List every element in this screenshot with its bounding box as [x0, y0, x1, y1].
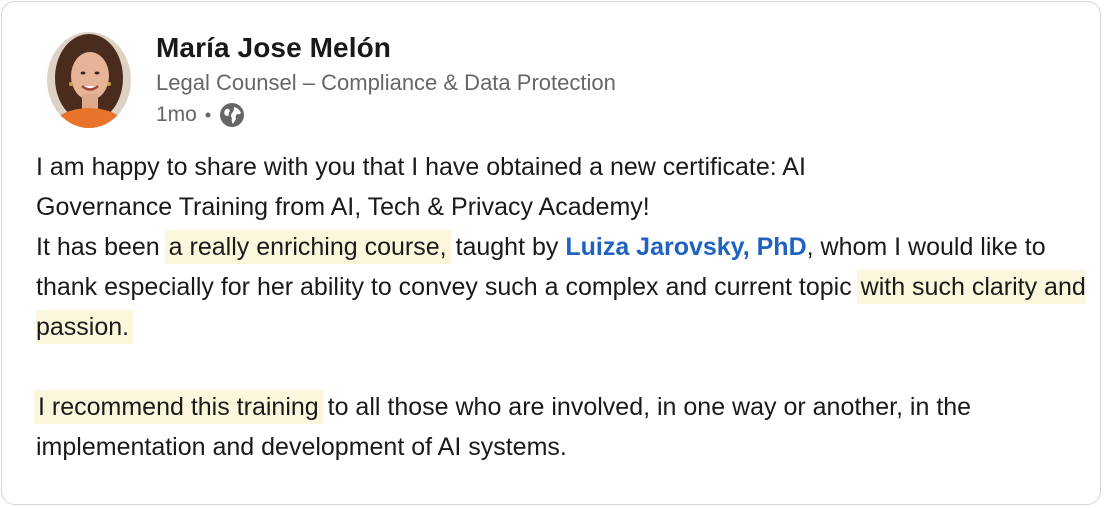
highlighted-text: a really enriching course, — [164, 230, 451, 264]
post-meta: 1mo • — [156, 101, 245, 129]
globe-icon[interactable] — [219, 102, 245, 128]
author-name[interactable]: María Jose Melón — [156, 32, 391, 64]
post-card: María Jose Melón Legal Counsel – Complia… — [1, 1, 1101, 505]
post-text: taught by — [448, 233, 566, 261]
post-paragraph-1: I am happy to share with you that I have… — [36, 147, 1086, 227]
author-avatar[interactable] — [47, 32, 131, 128]
post-text: It has been — [36, 233, 167, 261]
meta-separator: • — [204, 104, 212, 125]
post-text: I am happy to share with you that I have… — [36, 153, 806, 181]
highlighted-text: I recommend this training — [34, 390, 323, 424]
avatar-image — [47, 32, 131, 128]
post-paragraph-2: It has been a really enriching course, t… — [36, 227, 1086, 347]
post-time: 1mo — [156, 103, 197, 126]
post-body: I am happy to share with you that I have… — [34, 147, 1086, 467]
mention-link[interactable]: Luiza Jarovsky, PhD — [565, 233, 806, 261]
post-text: Governance Training from AI, Tech & Priv… — [36, 193, 650, 221]
author-headline: Legal Counsel – Compliance & Data Protec… — [156, 70, 616, 95]
post-paragraph-3: I recommend this training to all those w… — [34, 387, 1086, 467]
